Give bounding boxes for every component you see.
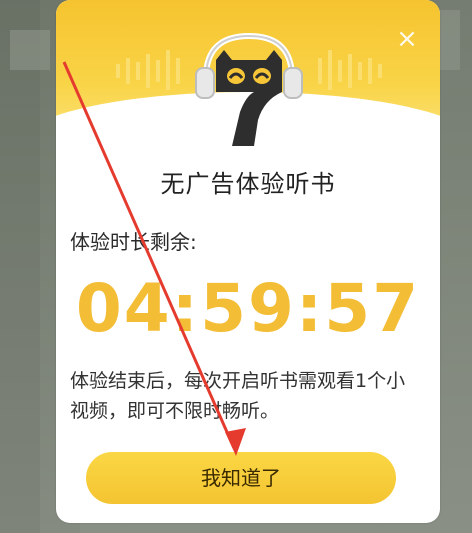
remaining-time-label: 体验时长剩余:	[70, 230, 197, 254]
cat-headphones-mascot-icon	[195, 32, 303, 146]
got-it-button[interactable]: 我知道了	[86, 452, 396, 504]
dialog-title: 无广告体验听书	[160, 170, 336, 198]
close-icon[interactable]: ×	[396, 26, 418, 52]
trial-dialog: × 无广告体验听书 体验时长剩余: 04:59:57 体验结束后，每次开启听书需…	[56, 0, 440, 523]
background-blur-block	[10, 30, 50, 70]
trial-description: 体验结束后，每次开启听书需观看1个小视频，即可不限时畅听。	[70, 370, 406, 422]
countdown-timer: 04:59:57	[75, 270, 421, 347]
